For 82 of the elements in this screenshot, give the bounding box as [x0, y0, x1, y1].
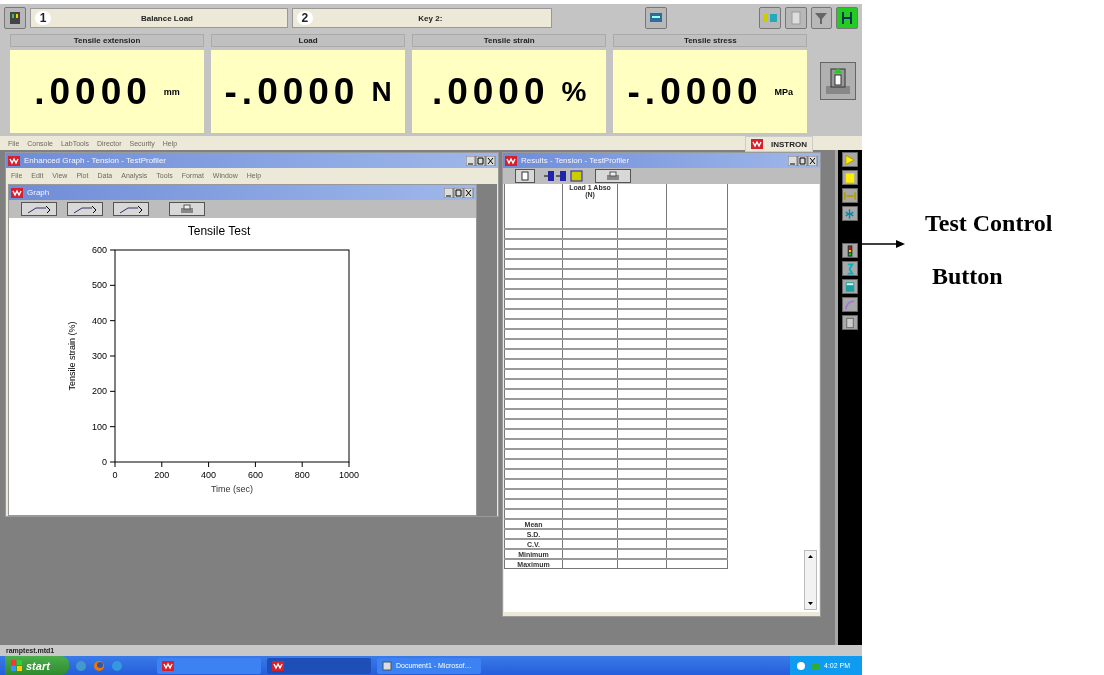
plot-tool-button[interactable]: [21, 202, 57, 216]
curve-cursor-icon: [72, 204, 98, 214]
toolbar-button[interactable]: [842, 297, 859, 312]
page-icon: [520, 171, 530, 181]
meter-label: Tensile strain: [412, 34, 607, 47]
toolbar-button[interactable]: [842, 152, 859, 167]
monitor-icon: [648, 12, 663, 24]
printer-icon: [180, 204, 194, 214]
blocks-icon: [762, 12, 779, 24]
tick-label: 200: [91, 386, 107, 397]
scrollbar[interactable]: [804, 550, 817, 610]
toolbar-button[interactable]: [842, 170, 859, 185]
tick-label: 600: [91, 245, 107, 255]
tick-label: 400: [91, 315, 107, 326]
curve-cursor-icon: [118, 204, 144, 214]
meter-unit: %: [561, 75, 587, 108]
document-icon: [382, 660, 392, 671]
filter-icon: [814, 11, 829, 25]
window-title: Enhanced Graph - Tension - TestProfiler: [24, 156, 167, 165]
app-icon: [272, 660, 284, 671]
meter-value: -.0000: [224, 70, 360, 113]
key-button[interactable]: 2 Key 2:: [291, 8, 553, 28]
window-controls[interactable]: [466, 155, 496, 166]
plot-tool-button[interactable]: [67, 202, 103, 216]
chart-title: Tensile Test: [187, 224, 251, 238]
annotation-text: Button: [932, 263, 1004, 290]
panel-icon: [7, 11, 22, 25]
window-controls[interactable]: [788, 155, 818, 166]
app-icon: [162, 660, 174, 671]
meter-label: Tensile extension: [10, 34, 205, 47]
logo-icon: [8, 155, 20, 166]
curve-cursor-icon: [26, 204, 52, 214]
tick-label: 200: [154, 470, 170, 480]
axis-label: Time (sec): [210, 484, 254, 494]
print-button[interactable]: [169, 202, 205, 216]
page-button[interactable]: [515, 169, 535, 183]
window-controls[interactable]: [444, 187, 474, 198]
key-button[interactable]: 1 Balance Load: [29, 8, 288, 28]
printer-icon: [606, 171, 620, 181]
monitor-button[interactable]: [645, 7, 667, 29]
meter-unit: N: [371, 75, 392, 108]
toolbar-button[interactable]: [842, 315, 859, 330]
meter-label: Load: [211, 34, 406, 47]
logo-icon: [505, 155, 517, 166]
windows-logo-icon: [11, 660, 22, 671]
brand-name: INSTRON: [771, 139, 807, 149]
meter-value: .0000: [34, 70, 152, 113]
toolbar-button[interactable]: [842, 279, 859, 294]
axis-label: Tensile strain (%): [67, 321, 77, 391]
meter-value: .0000: [431, 70, 550, 113]
tick-label: 800: [294, 470, 310, 480]
tick-label: 0: [102, 457, 107, 467]
tick-label: 1000: [339, 470, 359, 480]
tick-label: 0: [112, 470, 118, 480]
plot-tool-button[interactable]: [113, 202, 149, 216]
tick-label: 500: [91, 280, 107, 291]
play-icon: [843, 152, 858, 167]
tick-label: 400: [201, 470, 217, 480]
start-button[interactable]: start: [5, 656, 69, 675]
print-button[interactable]: [595, 169, 631, 183]
meter-unit: MPa: [774, 86, 793, 97]
tick-label: 300: [91, 351, 107, 361]
logo-icon: [11, 187, 23, 198]
tick-label: 600: [247, 470, 263, 480]
toolbar-button[interactable]: [836, 7, 858, 29]
test-frame-button[interactable]: [820, 62, 856, 100]
page-icon: [789, 11, 802, 25]
annotation-text: Test Control: [925, 210, 1054, 237]
window-title: Results - Tension - TestProfiler: [521, 156, 631, 165]
tick-label: 100: [91, 421, 107, 432]
tray-icon[interactable]: [796, 660, 806, 671]
toolbar-button[interactable]: [842, 188, 859, 203]
toolbar-button[interactable]: [842, 243, 859, 258]
test-frame-icon: [824, 66, 853, 96]
meter-value: -.0000: [627, 70, 763, 113]
h-frame-icon: [840, 11, 855, 25]
console-button[interactable]: [4, 7, 26, 29]
column-tools-icon[interactable]: [544, 170, 584, 182]
logo-icon: [751, 139, 763, 149]
window-title: Graph: [27, 188, 51, 197]
meter-label: Tensile stress: [613, 34, 808, 47]
meter-unit: mm: [163, 86, 180, 97]
